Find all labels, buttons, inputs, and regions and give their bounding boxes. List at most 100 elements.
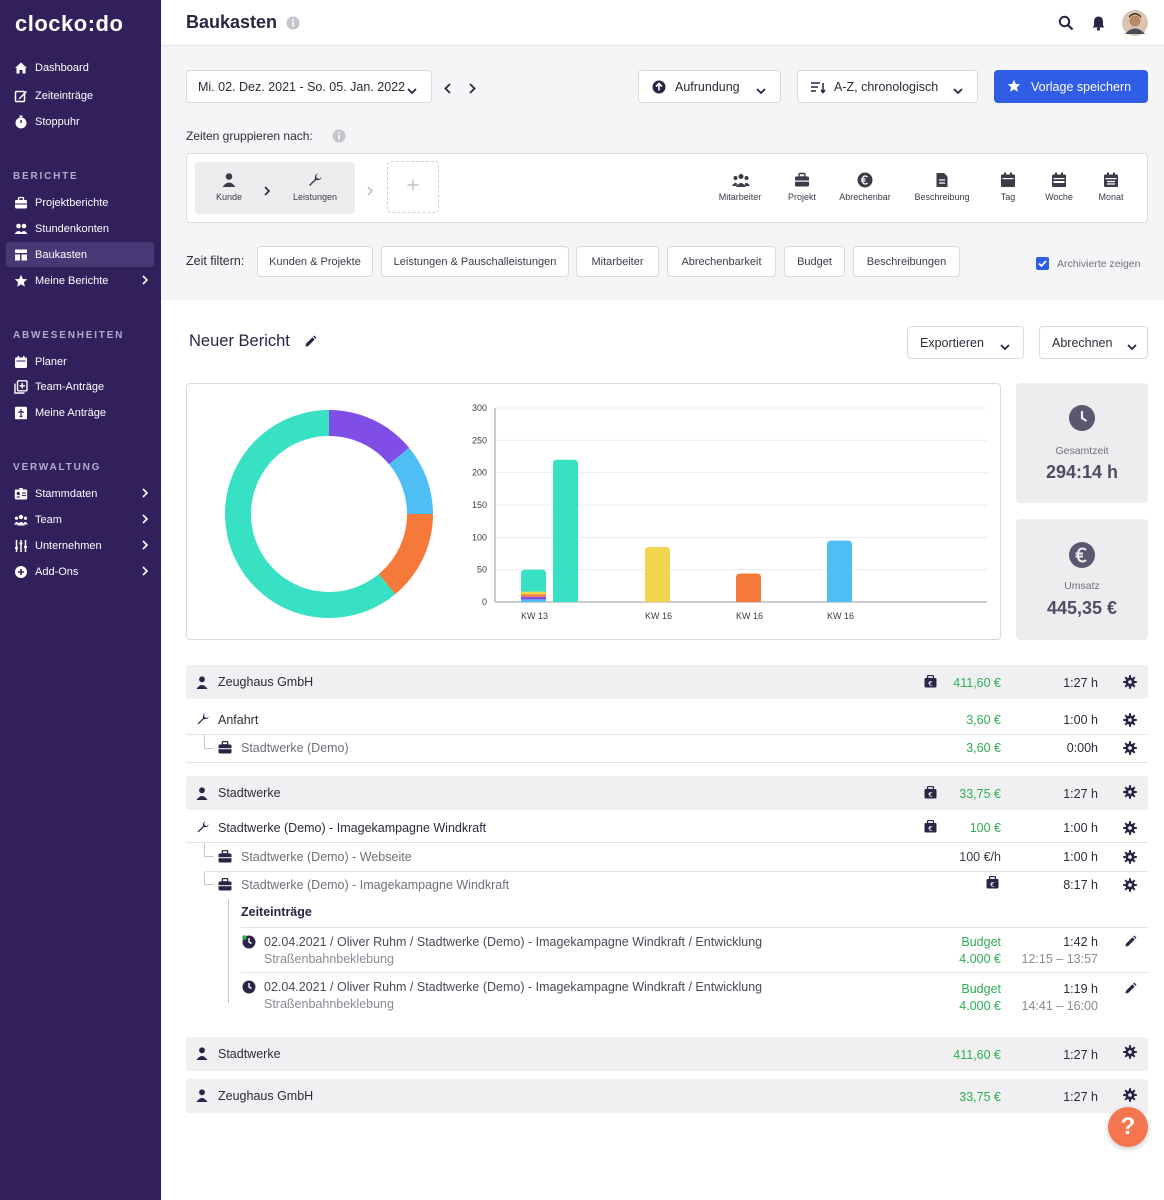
next-period-button[interactable] <box>467 81 477 99</box>
gear-icon[interactable] <box>1123 1088 1137 1105</box>
group-chip-label: Leistungen <box>292 192 338 202</box>
sidebar-item-team-antraege[interactable]: Team-Anträge <box>6 374 154 399</box>
chevron-right-icon <box>141 514 149 527</box>
help-button[interactable]: ? <box>1108 1107 1148 1147</box>
filter-chip-mitarbeiter[interactable]: Mitarbeiter <box>576 246 659 277</box>
bar <box>521 569 546 592</box>
sidebar-item-dashboard[interactable]: Dashboard <box>6 55 154 80</box>
table-row[interactable]: Anfahrt 3,60 € 1:00 h <box>186 706 1148 734</box>
divider <box>186 762 1148 763</box>
bar <box>553 459 578 602</box>
date-range-select[interactable]: Mi. 02. Dez. 2021 - So. 05. Jan. 2022 <box>186 70 432 103</box>
gear-icon[interactable] <box>1123 850 1137 867</box>
info-icon[interactable] <box>286 16 300 35</box>
sidebar-item-planer[interactable]: Planer <box>6 349 154 374</box>
previous-period-button[interactable] <box>443 81 453 99</box>
sidebar-item-team[interactable]: Team <box>6 507 154 532</box>
calendar-day-icon <box>1000 172 1016 188</box>
x-tick-label: KW 13 <box>521 611 548 621</box>
gear-icon[interactable] <box>1123 878 1137 895</box>
gear-icon[interactable] <box>1123 675 1137 692</box>
wrench-icon <box>196 712 210 729</box>
pencil-icon[interactable] <box>304 335 317 353</box>
gear-icon[interactable] <box>1123 741 1137 758</box>
group-option-label: Monat <box>1098 192 1124 202</box>
filter-chip-leistungen[interactable]: Leistungen & Pauschalleistungen <box>381 246 569 277</box>
row-label: Stadtwerke (Demo) - Webseite <box>241 850 412 864</box>
entries-heading: Zeiteinträge <box>241 905 312 919</box>
sidebar-item-meine-berichte[interactable]: Meine Berichte <box>6 268 154 293</box>
row-time: 1:00 h <box>1063 713 1098 727</box>
gear-icon[interactable] <box>1123 821 1137 838</box>
filter-chip-kunden-projekte[interactable]: Kunden & Projekte <box>257 246 373 277</box>
sidebar: clocko:do Dashboard Zeiteinträge Stoppuh… <box>0 0 161 1200</box>
sidebar-item-baukasten[interactable]: Baukasten <box>6 242 154 267</box>
sidebar-item-zeiteintraege[interactable]: Zeiteinträge <box>6 83 154 108</box>
row-amount: 411,60 € <box>953 1048 1001 1062</box>
filter-chip-budget[interactable]: Budget <box>784 246 845 277</box>
briefcase-icon <box>218 849 232 866</box>
export-dropdown[interactable]: Exportieren <box>907 326 1024 359</box>
sort-select[interactable]: A-Z, chronologisch <box>797 70 978 103</box>
sidebar-item-stoppuhr[interactable]: Stoppuhr <box>6 109 154 134</box>
time-entry[interactable]: 02.04.2021 / Oliver Ruhm / Stadtwerke (D… <box>186 928 1148 972</box>
sidebar-item-projektberichte[interactable]: Projektberichte <box>6 190 154 215</box>
filter-chip-abrechenbarkeit[interactable]: Abrechenbarkeit <box>667 246 776 277</box>
row-label: Stadtwerke (Demo) - Imagekampagne Windkr… <box>241 878 510 892</box>
table-row[interactable]: Stadtwerke € 33,75 € 1:27 h <box>186 776 1148 810</box>
entry-title: 02.04.2021 / Oliver Ruhm / Stadtwerke (D… <box>264 935 763 949</box>
date-range-label: Mi. 02. Dez. 2021 - So. 05. Jan. 2022 <box>198 79 406 94</box>
table-row[interactable]: Zeughaus GmbH € 411,60 € 1:27 h <box>186 665 1148 699</box>
row-time: 0:00h <box>1066 741 1098 755</box>
bell-icon[interactable] <box>1091 15 1106 36</box>
pencil-icon[interactable] <box>1124 982 1137 998</box>
gear-icon[interactable] <box>1123 713 1137 730</box>
sidebar-item-meine-antraege[interactable]: Meine Anträge <box>6 400 154 425</box>
sidebar-item-label: Stundenkonten <box>35 222 110 235</box>
logo: clocko:do <box>15 11 124 36</box>
table-row[interactable]: Stadtwerke (Demo) - Webseite 100 €/h 1:0… <box>186 843 1148 871</box>
gear-icon[interactable] <box>1123 785 1137 802</box>
table-row[interactable]: Zeughaus GmbH 33,75 € 1:27 h <box>186 1079 1148 1113</box>
sidebar-item-label: Meine Berichte <box>35 274 109 287</box>
info-icon[interactable] <box>332 129 346 148</box>
entry-duration: 1:42 h <box>1063 935 1098 949</box>
group-chip-kunde[interactable]: Kunde <box>199 172 259 202</box>
save-template-button[interactable]: Vorlage speichern <box>994 70 1148 103</box>
group-option-projekt[interactable]: Projekt <box>772 172 832 202</box>
plus-icon <box>407 178 419 196</box>
table-row[interactable]: Stadtwerke (Demo) - Imagekampagne Windkr… <box>186 814 1148 842</box>
group-option-monat[interactable]: Monat <box>1081 172 1141 202</box>
chevron-right-icon <box>141 275 149 288</box>
sidebar-item-label: Team-Anträge <box>35 380 105 393</box>
time-entry[interactable]: 02.04.2021 / Oliver Ruhm / Stadtwerke (D… <box>186 973 1148 1019</box>
svg-text:€: € <box>990 881 994 889</box>
y-tick-label: 250 <box>472 435 487 445</box>
filter-chip-beschreibungen[interactable]: Beschreibungen <box>853 246 960 277</box>
group-option-mitarbeiter[interactable]: Mitarbeiter <box>710 172 770 202</box>
gear-icon[interactable] <box>1123 1045 1137 1062</box>
sidebar-item-stundenkonten[interactable]: Stundenkonten <box>6 216 154 241</box>
sort-icon <box>810 81 826 97</box>
sidebar-item-add-ons[interactable]: Add-Ons <box>6 559 154 584</box>
search-icon[interactable] <box>1058 15 1074 36</box>
sidebar-item-stammdaten[interactable]: Stammdaten <box>6 481 154 506</box>
table-row[interactable]: Stadtwerke (Demo) - Imagekampagne Windkr… <box>186 871 1148 899</box>
group-option-woche[interactable]: Woche <box>1029 172 1089 202</box>
add-grouping-button[interactable] <box>387 161 439 213</box>
calendar-month-icon <box>1103 172 1119 188</box>
revenue-label: Umsatz <box>1064 580 1100 592</box>
group-option-abrechenbar[interactable]: Abrechenbar <box>835 172 895 202</box>
sidebar-item-unternehmen[interactable]: Unternehmen <box>6 533 154 558</box>
group-chip-leistungen[interactable]: Leistungen <box>285 172 345 202</box>
table-row[interactable]: Stadtwerke 411,60 € 1:27 h <box>186 1037 1148 1071</box>
archived-checkbox[interactable] <box>1036 257 1049 275</box>
table-row[interactable]: Stadtwerke (Demo) 3,60 € 0:00h <box>186 735 1148 762</box>
wrench-icon <box>307 172 323 188</box>
pencil-icon[interactable] <box>1124 935 1137 951</box>
bill-dropdown[interactable]: Abrechnen <box>1039 326 1148 359</box>
rounding-select[interactable]: Aufrundung <box>638 70 781 103</box>
briefcase-icon <box>218 740 232 757</box>
avatar[interactable] <box>1122 10 1148 41</box>
group-option-beschreibung[interactable]: Beschreibung <box>912 172 972 202</box>
